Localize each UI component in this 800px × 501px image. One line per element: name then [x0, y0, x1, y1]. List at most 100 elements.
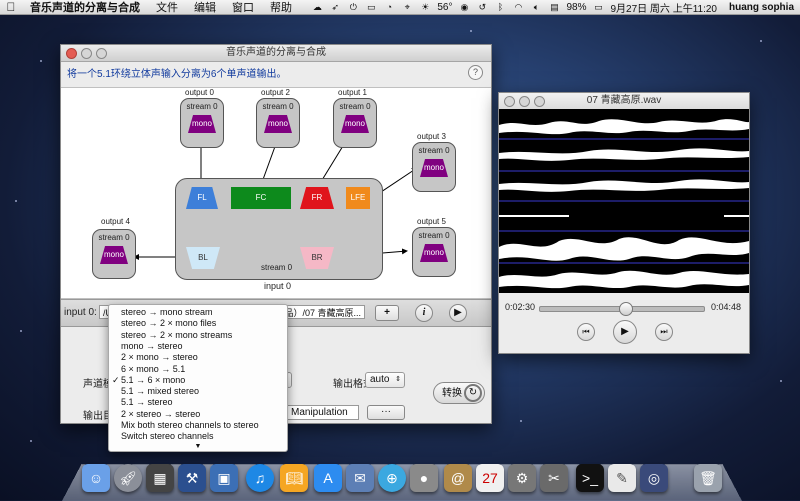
menu-item-6-mono-to-5-1[interactable]: 6 × mono → 5.1: [109, 364, 287, 375]
menu-item-mix-both-stereo[interactable]: Mix both stereo channels to stereo: [109, 420, 287, 431]
previous-button[interactable]: ⏮: [577, 323, 595, 341]
power-icon[interactable]: ⏻: [347, 2, 359, 12]
contacts-icon[interactable]: @: [444, 464, 472, 492]
format-select[interactable]: auto ⇕: [365, 372, 405, 388]
time-machine-icon[interactable]: ↺: [476, 2, 488, 12]
cloud-icon[interactable]: ☁: [311, 2, 323, 12]
utilities-icon[interactable]: ✂: [540, 464, 568, 492]
menu-window[interactable]: 窗口: [224, 0, 262, 15]
minimize-window-button[interactable]: [519, 96, 530, 107]
menu-help[interactable]: 帮助: [262, 0, 300, 15]
menu-item-stereo-to-mono-stream[interactable]: stereo → mono stream: [109, 307, 287, 318]
safari-icon[interactable]: ⊕: [378, 464, 406, 492]
rocket-icon[interactable]: ➶: [329, 2, 341, 12]
mission-control-icon[interactable]: ▦: [146, 464, 174, 492]
menu-item-5-1-to-6-mono[interactable]: ✓ 5.1 → 6 × mono: [109, 375, 287, 386]
output-2-node[interactable]: stream 0 mono: [256, 98, 300, 148]
channel-bl[interactable]: BL: [186, 247, 220, 269]
play-input-button[interactable]: ▶: [449, 304, 467, 322]
input-hub-node[interactable]: FL FC FR LFE BL BR stream 0: [175, 178, 383, 280]
refresh-icon: ↻: [464, 384, 482, 402]
play-button[interactable]: ▶: [613, 320, 637, 344]
audio-app-icon[interactable]: ◎: [640, 464, 668, 492]
channel-fr[interactable]: FR: [300, 187, 334, 209]
menu-app-name[interactable]: 音乐声道的分离与合成: [22, 0, 148, 15]
gauge-icon[interactable]: ◔: [383, 2, 395, 12]
output-4-node[interactable]: stream 0 mono: [92, 229, 136, 279]
next-button[interactable]: ⏭: [655, 323, 673, 341]
convert-button[interactable]: 转换 ↻: [433, 382, 485, 404]
menu-item-stereo-to-2-mono-streams[interactable]: stereo → 2 × mono streams: [109, 330, 287, 341]
minimize-window-button[interactable]: [81, 48, 92, 59]
channel-fl[interactable]: FL: [186, 187, 218, 209]
textedit-icon[interactable]: ✎: [608, 464, 636, 492]
flag-us-icon[interactable]: ▤: [548, 2, 560, 12]
photos-icon[interactable]: ▣: [210, 464, 238, 492]
app-store-icon[interactable]: A: [314, 464, 342, 492]
battery-percent[interactable]: 98%: [566, 2, 586, 13]
output-1-node[interactable]: stream 0 mono: [333, 98, 377, 148]
channel-fc[interactable]: FC: [231, 187, 291, 209]
seek-knob[interactable]: [619, 302, 634, 316]
close-window-button[interactable]: [66, 48, 77, 59]
launchpad-icon[interactable]: 🚀︎: [114, 464, 142, 492]
display-icon[interactable]: ▭: [365, 2, 377, 12]
menu-item-label: Mix both stereo channels to stereo: [121, 420, 259, 430]
mode-description: 将一个5.1环绕立体声输入分离为6个单声道输出。: [67, 69, 287, 80]
menu-edit[interactable]: 编辑: [186, 0, 224, 15]
output-5-stream: stream 0: [418, 231, 450, 240]
itunes-icon[interactable]: ♫: [246, 464, 274, 492]
browse-button[interactable]: ···: [367, 405, 405, 420]
zoom-window-button[interactable]: [96, 48, 107, 59]
menu-item-mono-to-stereo[interactable]: mono → stereo: [109, 341, 287, 352]
output-3-node[interactable]: stream 0 mono: [412, 142, 456, 192]
routing-canvas: output 0 stream 0 mono output 2 stream 0…: [61, 87, 491, 299]
facetime-icon[interactable]: ●: [410, 464, 438, 492]
menu-item-switch-stereo[interactable]: Switch stereo channels: [109, 431, 287, 442]
trash-icon[interactable]: 🗑︎: [694, 464, 722, 492]
menu-item-2-mono-to-stereo[interactable]: 2 × mono → stereo: [109, 352, 287, 363]
system-preferences-icon[interactable]: ⚙: [508, 464, 536, 492]
elapsed-time: 0:02:30: [505, 302, 536, 312]
menu-file[interactable]: 文件: [148, 0, 186, 15]
wifi-icon[interactable]: ◠: [512, 2, 524, 12]
output-dir-field[interactable]: Manipulation: [286, 405, 359, 420]
pin-icon[interactable]: ⌖: [401, 2, 413, 12]
volume-icon[interactable]: 🔈︎: [530, 2, 542, 12]
menu-item-label: stereo → 2 × mono files: [121, 318, 217, 329]
help-button[interactable]: ?: [468, 65, 483, 80]
main-window-titlebar[interactable]: 音乐声道的分离与合成: [61, 45, 491, 62]
finder-icon[interactable]: ☺: [82, 464, 110, 492]
output-0-node[interactable]: stream 0 mono: [180, 98, 224, 148]
weather-sun-icon[interactable]: ☀: [419, 2, 431, 12]
menubar-clock[interactable]: 9月27日 周六 上午11:20: [610, 0, 717, 15]
add-input-button[interactable]: +: [375, 305, 399, 321]
battery-icon[interactable]: ▭: [592, 2, 604, 12]
menu-item-5-1-to-stereo[interactable]: 5.1 → stereo: [109, 397, 287, 408]
zoom-window-button[interactable]: [534, 96, 545, 107]
xcode-icon[interactable]: ⚒: [178, 464, 206, 492]
menu-item-2-stereo-to-stereo[interactable]: 2 × stereo → stereo: [109, 409, 287, 420]
mail-icon[interactable]: ✉: [346, 464, 374, 492]
menu-item-stereo-to-2-mono-files[interactable]: stereo → 2 × mono files: [109, 318, 287, 329]
close-window-button[interactable]: [504, 96, 515, 107]
eye-icon[interactable]: ◉: [458, 2, 470, 12]
channel-br[interactable]: BR: [300, 247, 334, 269]
mode-popup-menu: stereo → mono stream stereo → 2 × mono f…: [108, 304, 288, 452]
menu-item-5-1-to-mixed-stereo[interactable]: 5.1 → mixed stereo: [109, 386, 287, 397]
calendar-icon[interactable]: 27: [476, 464, 504, 492]
menu-item-label: Switch stereo channels: [121, 431, 214, 442]
channel-lfe[interactable]: LFE: [346, 187, 370, 209]
bluetooth-icon[interactable]: ᛒ: [494, 2, 506, 12]
ibooks-icon[interactable]: 📖︎: [280, 464, 308, 492]
scroll-down-arrow-icon[interactable]: ▼: [109, 443, 287, 450]
output-5-node[interactable]: stream 0 mono: [412, 227, 456, 277]
format-select-value: auto: [370, 374, 390, 385]
waveform-display[interactable]: [499, 109, 749, 293]
menubar-user[interactable]: huang sophia: [729, 2, 794, 13]
apple-menu-icon[interactable]: : [0, 0, 22, 14]
info-button[interactable]: i: [415, 304, 433, 322]
seek-slider[interactable]: [539, 302, 705, 316]
terminal-icon[interactable]: >_: [576, 464, 604, 492]
audio-window-titlebar[interactable]: 07 青藏高原.wav: [499, 93, 749, 110]
